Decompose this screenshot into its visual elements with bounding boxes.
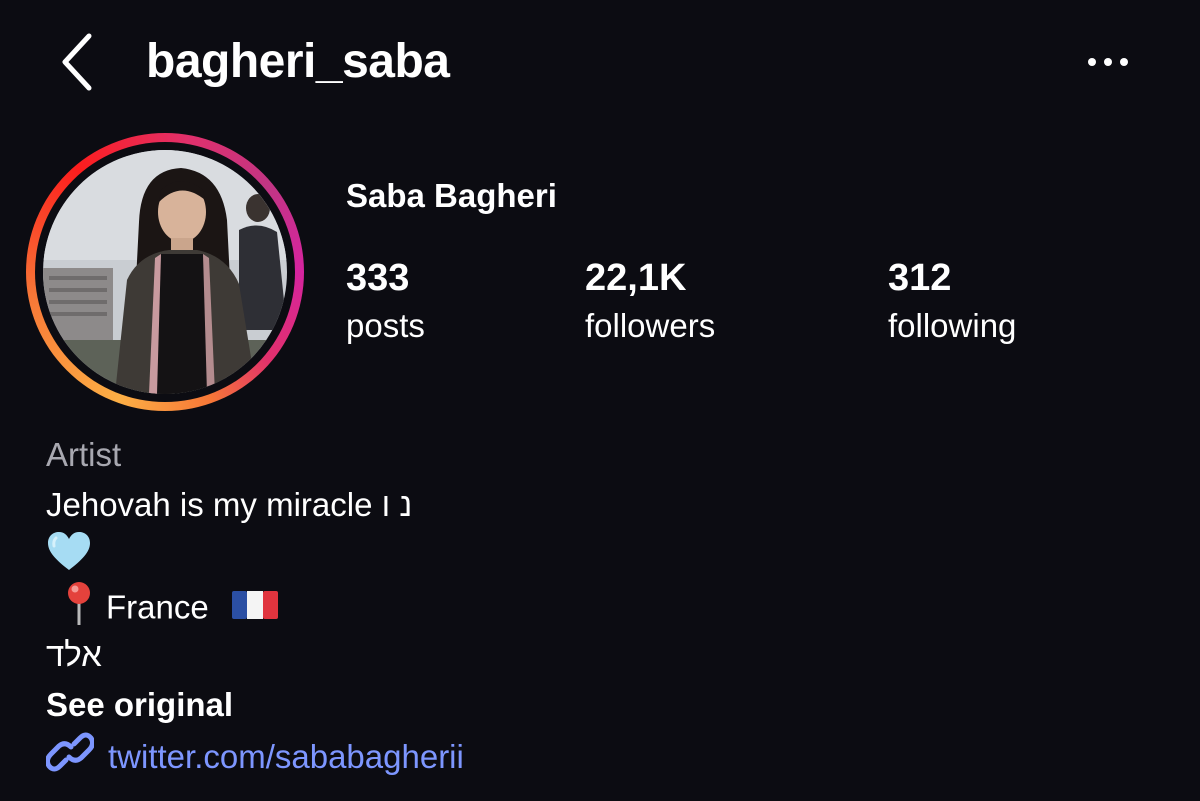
- more-options-button[interactable]: [1086, 40, 1130, 84]
- posts-value: 333: [346, 257, 410, 299]
- bio-hebrew-line: אלד: [46, 636, 102, 673]
- story-ring[interactable]: [26, 133, 304, 411]
- location-text: France: [106, 588, 209, 626]
- bio-location-line: France: [46, 580, 1146, 630]
- posts-label: posts: [346, 307, 425, 344]
- bio: Artist Jehovah is my miracle נ ו France: [44, 430, 1146, 780]
- display-name: Saba Bagheri: [346, 177, 557, 214]
- posts-count[interactable]: 333 posts: [346, 254, 425, 348]
- profile-screen: bagheri_saba Saba Bagheri 333 posts 22,1…: [0, 0, 1200, 801]
- story-ring-gap: [35, 142, 295, 402]
- following-count[interactable]: 312 following: [888, 254, 1016, 348]
- following-value: 312: [888, 257, 952, 299]
- followers-count[interactable]: 22,1K followers: [585, 254, 715, 348]
- bio-link[interactable]: twitter.com/sababagherii: [44, 730, 1146, 780]
- followers-label: followers: [585, 307, 716, 344]
- followers-value: 22,1K: [585, 257, 687, 299]
- bio-heart-line: [46, 530, 1146, 580]
- link-text[interactable]: twitter.com/sababagherii: [108, 738, 464, 775]
- profile-username: bagheri_saba: [146, 35, 450, 88]
- bio-line: Jehovah is my miracle נ ו: [46, 486, 413, 523]
- see-original-button[interactable]: See original: [46, 680, 1146, 730]
- chevron-left-icon: [59, 32, 95, 92]
- france-flag-icon: [231, 585, 278, 635]
- profile-photo[interactable]: [43, 150, 287, 394]
- following-label: following: [888, 307, 1017, 344]
- link-icon: [44, 730, 96, 788]
- profile-category: Artist: [46, 436, 122, 473]
- back-button[interactable]: [52, 30, 102, 94]
- ellipsis-icon: [1086, 56, 1130, 68]
